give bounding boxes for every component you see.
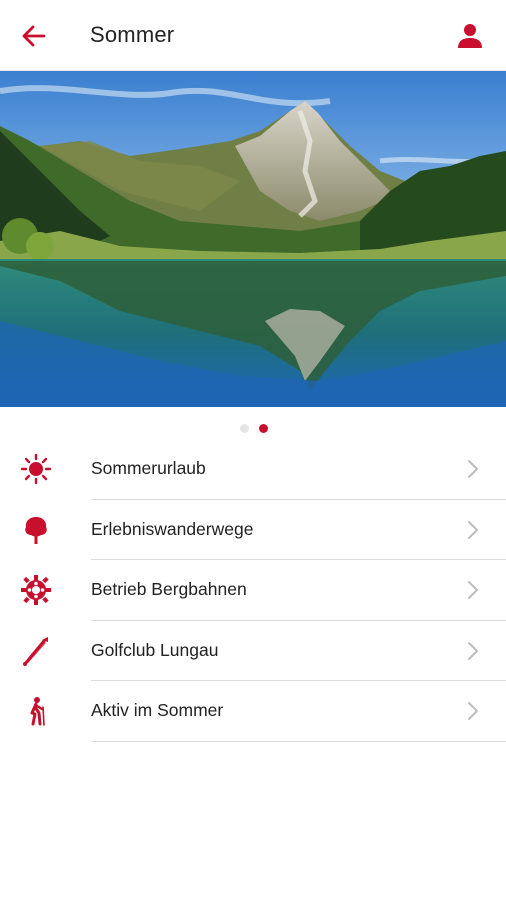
menu-item-label: Sommerurlaub	[91, 458, 206, 478]
divider	[91, 740, 506, 742]
chevron-right-icon	[468, 702, 478, 720]
golf-icon	[23, 636, 48, 666]
menu-item-sommerurlaub[interactable]: Sommerurlaub	[0, 439, 506, 500]
tree-icon	[25, 516, 47, 544]
menu-item-label: Betrieb Bergbahnen	[91, 579, 247, 599]
chevron-right-icon	[468, 520, 478, 539]
menu-item-erlebniswanderwege[interactable]: Erlebniswanderwege	[0, 500, 506, 560]
back-button[interactable]	[18, 20, 50, 52]
cog-wheel-icon	[21, 575, 51, 605]
hero-carousel[interactable]	[0, 71, 506, 407]
menu-item-label: Erlebniswanderwege	[91, 518, 254, 539]
hiker-icon	[30, 697, 45, 726]
menu-item-label: Golfclub Lungau	[91, 639, 219, 660]
chevron-right-icon	[468, 641, 478, 660]
chevron-right-icon	[468, 460, 478, 478]
menu-item-betrieb-bergbahnen[interactable]: Betrieb Bergbahnen	[0, 560, 506, 621]
app-bar: Sommer	[0, 0, 506, 71]
carousel-dot-1[interactable]	[240, 424, 249, 433]
mountain-lake-image	[0, 71, 506, 407]
menu-list: Sommerurlaub Erlebniswanderwege Betrieb …	[0, 439, 506, 742]
carousel-dot-2[interactable]	[259, 424, 268, 433]
profile-button[interactable]	[454, 20, 486, 52]
page-title: Sommer	[90, 22, 175, 47]
person-icon	[458, 24, 482, 48]
menu-item-golfclub-lungau[interactable]: Golfclub Lungau	[0, 621, 506, 681]
menu-item-label: Aktiv im Sommer	[91, 700, 224, 720]
carousel-indicator	[0, 424, 506, 436]
arrow-left-icon	[22, 25, 46, 47]
menu-item-aktiv-im-sommer[interactable]: Aktiv im Sommer	[0, 681, 506, 742]
chevron-right-icon	[468, 581, 478, 599]
sun-icon	[20, 453, 52, 485]
